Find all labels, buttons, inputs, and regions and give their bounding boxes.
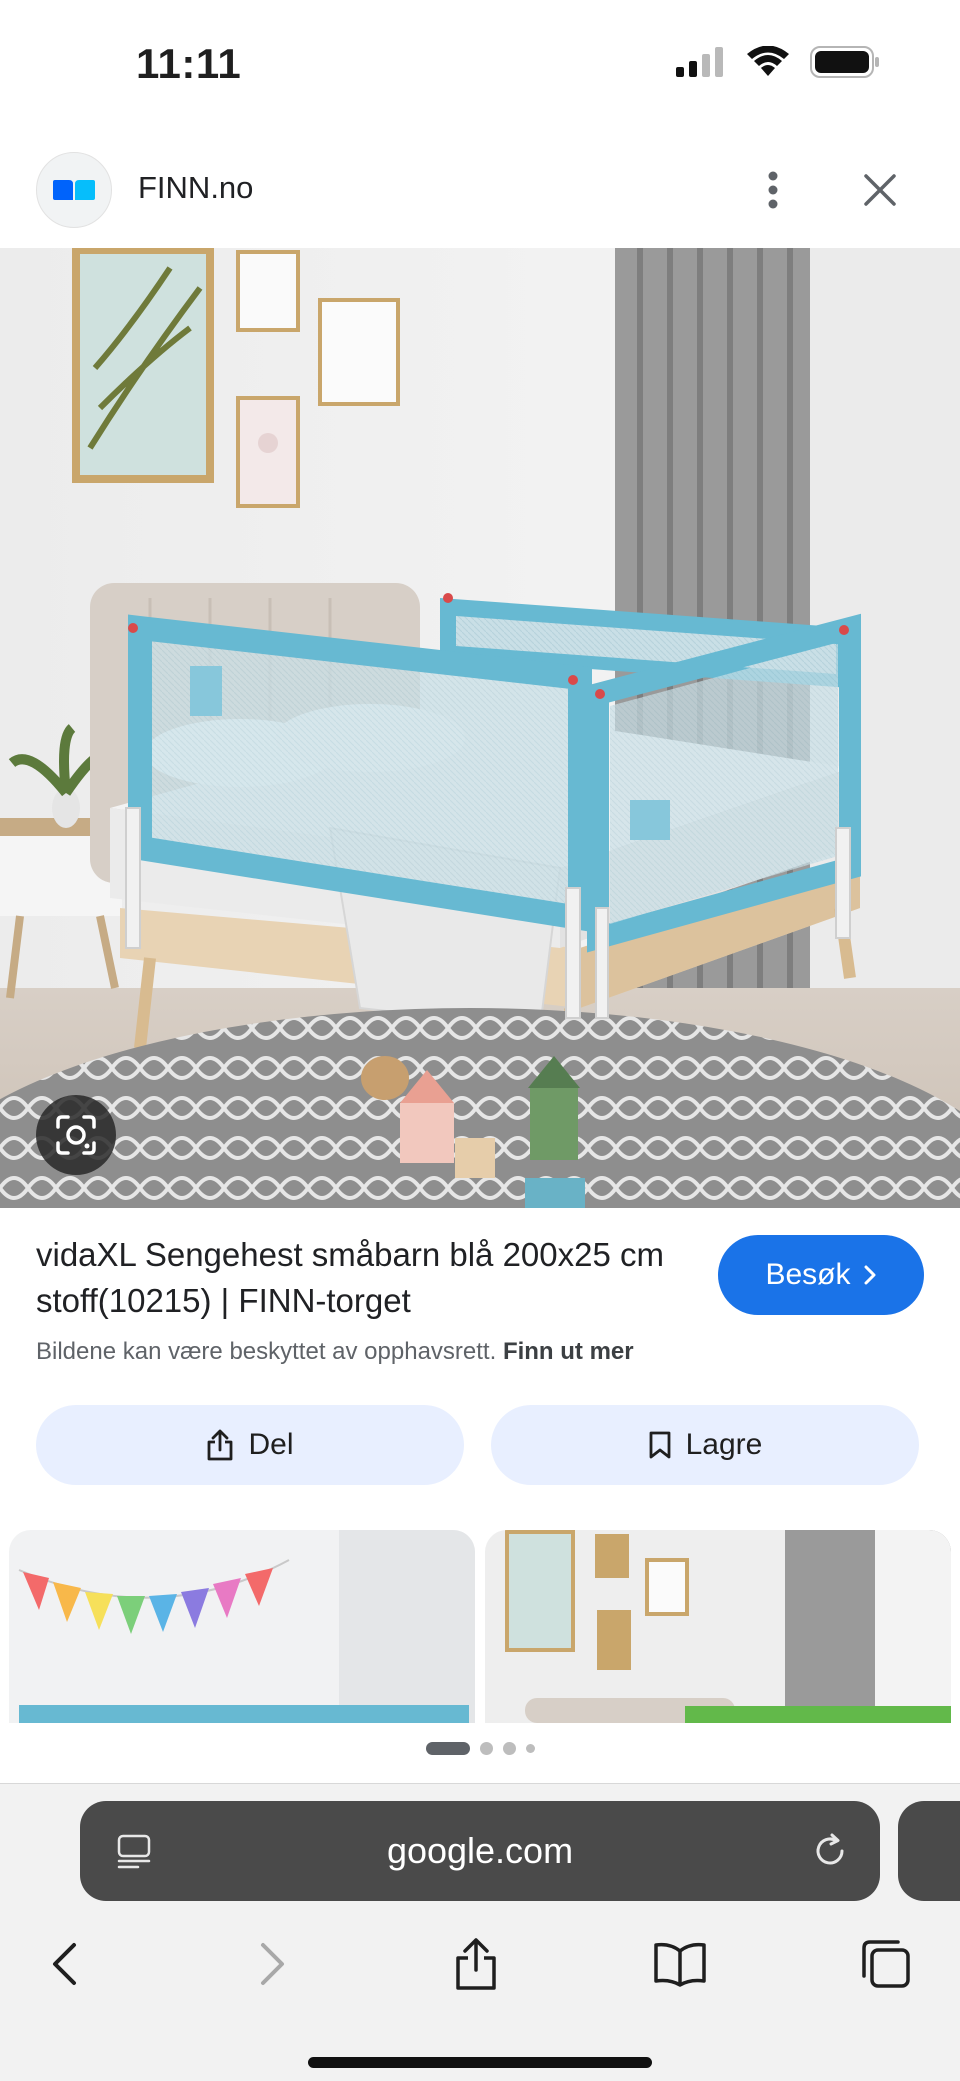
chevron-right-icon — [864, 1265, 876, 1285]
related-image-1[interactable] — [9, 1530, 475, 1723]
back-icon — [53, 1943, 76, 1985]
site-header: FINN.no — [0, 140, 960, 248]
status-bar: 11:11 — [0, 0, 960, 130]
next-tab-preview[interactable] — [898, 1801, 960, 1901]
share-icon — [208, 1429, 233, 1461]
share-button-label: Del — [248, 1428, 294, 1461]
forward-button[interactable] — [233, 1924, 313, 2004]
related-image-2[interactable] — [485, 1530, 951, 1723]
battery-icon — [810, 46, 879, 78]
related-image-1-picture — [9, 1530, 475, 1723]
pager-dot — [479, 1742, 493, 1755]
close-icon — [864, 174, 896, 206]
pager-dot-active — [425, 1742, 470, 1755]
home-indicator[interactable] — [308, 2057, 652, 2068]
finn-logo-icon — [53, 180, 95, 200]
bookmarks-button[interactable] — [640, 1924, 720, 2004]
copyright-text: Bildene kan være beskyttet av opphavsret… — [36, 1338, 497, 1365]
bookmarks-book-icon — [654, 1942, 706, 1987]
site-name: FINN.no — [138, 170, 254, 205]
bedroom-illustration — [0, 248, 960, 1208]
tabs-button[interactable] — [846, 1924, 926, 2004]
status-icons — [676, 46, 880, 78]
cellular-signal-icon — [676, 47, 723, 77]
tabs-icon — [862, 1940, 910, 1988]
url-text: google.com — [386, 1830, 574, 1871]
reload-icon — [816, 1833, 844, 1865]
learn-more-link[interactable]: Finn ut mer — [503, 1338, 634, 1365]
pager-dot — [502, 1742, 516, 1755]
result-title[interactable]: vidaXL Sengehest småbarn blå 200x25 cm s… — [36, 1232, 696, 1324]
reload-button[interactable] — [810, 1831, 850, 1876]
visit-button-label: Besøk — [765, 1258, 851, 1291]
close-button[interactable] — [852, 162, 908, 218]
save-button-label: Lagre — [685, 1428, 763, 1461]
save-button[interactable]: Lagre — [491, 1405, 919, 1485]
address-bar[interactable]: google.com — [80, 1801, 880, 1901]
google-lens-icon — [56, 1115, 96, 1155]
google-lens-button[interactable] — [36, 1095, 116, 1175]
visit-button[interactable]: Besøk — [718, 1235, 924, 1315]
share-icon — [456, 1938, 496, 1990]
status-time: 11:11 — [136, 40, 242, 87]
back-button[interactable] — [24, 1924, 104, 2004]
bookmark-icon — [649, 1431, 671, 1459]
product-image[interactable] — [0, 248, 960, 1208]
site-logo[interactable] — [36, 152, 112, 228]
more-vertical-icon — [768, 171, 778, 209]
pager-dot — [525, 1744, 535, 1753]
navigation-row — [0, 1924, 960, 2014]
wifi-icon — [747, 46, 789, 76]
browser-toolbar: google.com — [0, 1783, 960, 2081]
more-options-button[interactable] — [750, 162, 796, 218]
copyright-notice: Bildene kan være beskyttet av opphavsret… — [36, 1338, 634, 1366]
related-image-2-picture — [485, 1530, 951, 1723]
image-pager — [0, 1742, 960, 1755]
share-button[interactable]: Del — [36, 1405, 464, 1485]
forward-icon — [261, 1943, 284, 1985]
share-page-button[interactable] — [436, 1924, 516, 2004]
